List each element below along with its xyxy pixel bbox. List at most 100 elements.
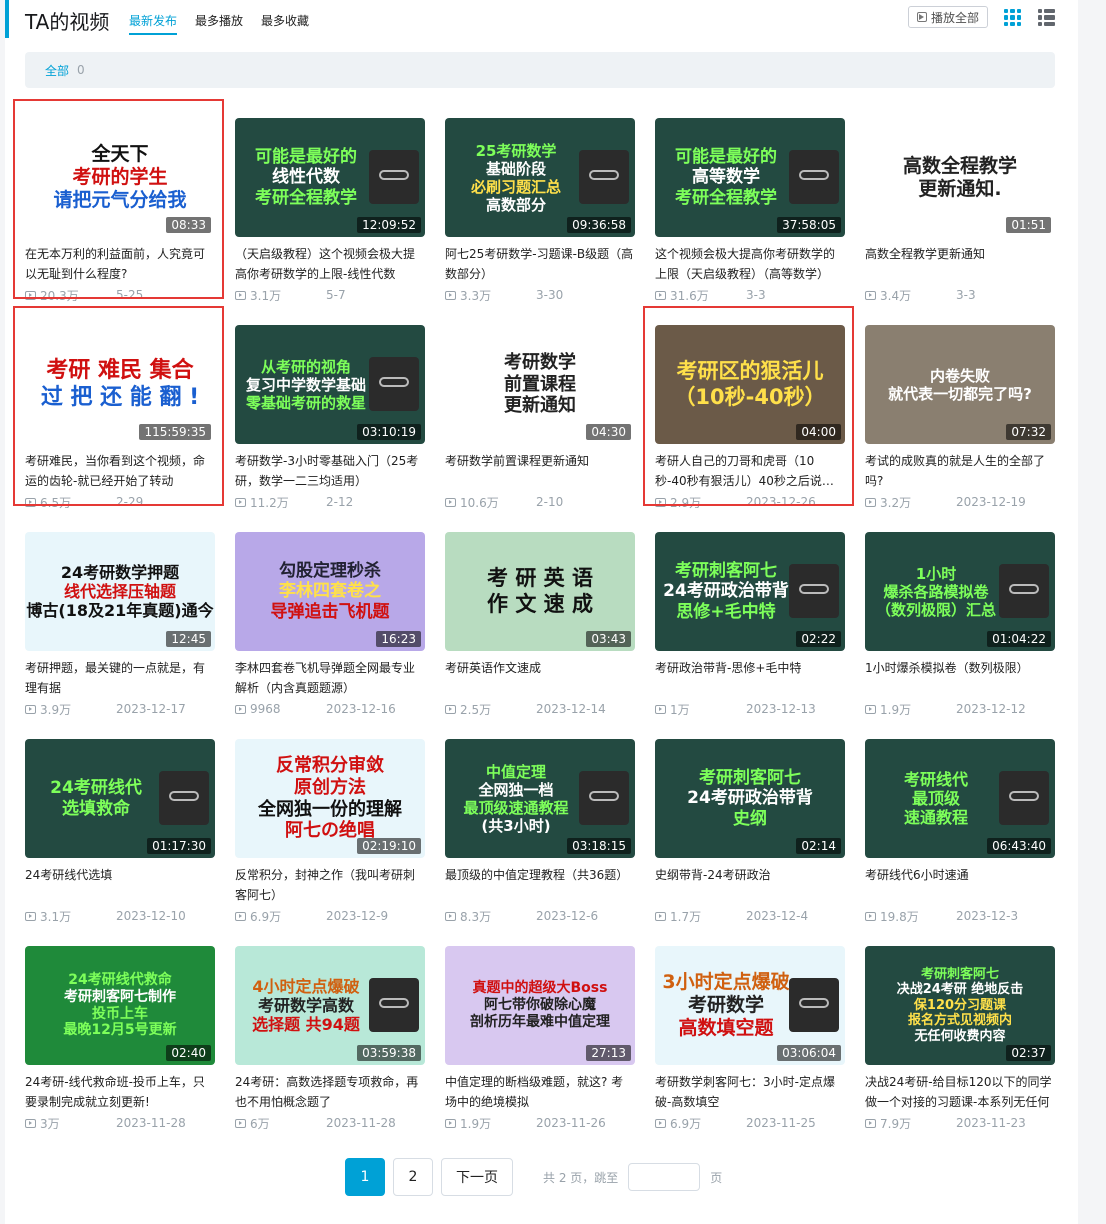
video-card[interactable]: 考研刺客阿七 决战24考研 绝地反击 保120分习题课 报名方式见视频内 无任何收费内容…	[865, 946, 1055, 1133]
video-meta: 3.1万 2023-12-10	[25, 906, 215, 926]
video-card[interactable]: 3小时定点爆破 考研数学 高数填空题 03:06:04 考研数学刺客阿七：3小时-定点爆…	[655, 946, 845, 1133]
video-card[interactable]: 24考研线代救命 考研刺客阿七制作 投币上车 最晚12月5号更新 02:40 24考研-线…	[25, 946, 215, 1133]
video-title[interactable]: 考研人自己的刀哥和虎哥（10秒-40秒有狠活儿）40秒之后说正事儿	[655, 451, 845, 491]
duration-badge: 01:04:22	[987, 631, 1051, 647]
view-count: 6.9万	[250, 909, 282, 924]
video-thumbnail[interactable]: 从考研的视角 复习中学数学基础 零基础考研的救星 03:10:19	[235, 325, 425, 444]
video-thumbnail[interactable]: 24考研数学押题 线代选择压轴题 博古(18及21年真题)通今 12:45	[25, 532, 215, 651]
play-count-icon	[865, 497, 876, 507]
video-title[interactable]: 考研难民，当你看到这个视频，命运的齿轮-就已经开始了转动	[25, 451, 215, 491]
video-card[interactable]: 考研刺客阿七 24考研政治带背 史纲 02:14 史纲带背-24考研政治 1.7万 2023…	[655, 739, 845, 926]
scrollbar[interactable]	[1085, 0, 1106, 1224]
video-thumbnail[interactable]: 考研刺客阿七 24考研政治带背 史纲 02:14	[655, 739, 845, 858]
video-card[interactable]: 25考研数学 基础阶段 必刷习题汇总 高数部分 09:36:58 阿七25考研数学-习题课…	[445, 118, 635, 305]
video-thumbnail[interactable]: 24考研线代救命 考研刺客阿七制作 投币上车 最晚12月5号更新 02:40	[25, 946, 215, 1065]
video-card[interactable]: 考研数学 前置课程 更新通知 04:30 考研数学前置课程更新通知 10.6万 2-10	[445, 325, 635, 512]
video-card[interactable]: 1小时 爆杀各路模拟卷 （数列极限）汇总 01:04:22 1小时爆杀模拟卷（数列极限）…	[865, 532, 1055, 719]
video-title[interactable]: 决战24考研-给目标120以下的同学做一个对接的习题课-本系列无任何	[865, 1072, 1055, 1112]
thumbnail-text: 作 文 速 成	[487, 591, 593, 616]
publish-date: 2-12	[326, 495, 354, 509]
video-thumbnail[interactable]: 勾股定理秒杀 李林四套卷之 导弹追击飞机题 16:23	[235, 532, 425, 651]
video-thumbnail[interactable]: 考研刺客阿七 决战24考研 绝地反击 保120分习题课 报名方式见视频内 无任何收费内容…	[865, 946, 1055, 1065]
video-thumbnail[interactable]: 中值定理 全网独一档 最顶级速通教程 (共3小时) 03:18:15	[445, 739, 635, 858]
video-card[interactable]: 考研区的狠活儿 （10秒-40秒） 04:00 考研人自己的刀哥和虎哥（10秒-40秒…	[655, 325, 845, 512]
video-title[interactable]: 考研数学前置课程更新通知	[445, 451, 635, 491]
video-thumbnail[interactable]: 考研刺客阿七 24考研政治带背 思修+毛中特 02:22	[655, 532, 845, 651]
video-card[interactable]: 全天下 考研的学生 请把元气分给我 08:33 在无本万利的利益面前，人究竟可以无耻到什…	[25, 118, 215, 305]
video-thumbnail[interactable]: 反常积分审敛 原创方法 全网独一份的理解 阿七の绝唱 02:19:10	[235, 739, 425, 858]
video-thumbnail[interactable]: 内卷失败 就代表一切都完了吗? 07:32	[865, 325, 1055, 444]
video-thumbnail[interactable]: 真题中的超级大Boss 阿七带你破除心魔 剖析历年最难中值定理 27:13	[445, 946, 635, 1065]
thumbnail-text: 24考研线代	[50, 778, 142, 799]
video-title[interactable]: 在无本万利的利益面前，人究竟可以无耻到什么程度?	[25, 244, 215, 284]
video-meta: 2.5万 2023-12-14	[445, 699, 635, 719]
video-card[interactable]: 考研 难民 集合过 把 还 能 翻 ! 115:59:35 考研难民，当你看到这个视…	[25, 325, 215, 512]
page-jump-input[interactable]	[628, 1163, 701, 1191]
video-title[interactable]: 1小时爆杀模拟卷（数列极限）	[865, 658, 1055, 698]
list-view-icon[interactable]	[1038, 9, 1055, 26]
video-title[interactable]: 24考研-线代救命班-投币上车，只要录制完成就立刻更新!	[25, 1072, 215, 1112]
video-thumbnail[interactable]: 考 研 英 语作 文 速 成 03:43	[445, 532, 635, 651]
video-card[interactable]: 反常积分审敛 原创方法 全网独一份的理解 阿七の绝唱 02:19:10 反常积分，封神之作…	[235, 739, 425, 926]
video-thumbnail[interactable]: 高数全程教学 更新通知. 01:51	[865, 118, 1055, 237]
video-card[interactable]: 可能是最好的 高等数学 考研全程教学 37:58:05 这个视频会极大提高你考研数学的上…	[655, 118, 845, 305]
video-title[interactable]: 李林四套卷飞机导弹题全网最专业解析（内含真题题源）	[235, 658, 425, 698]
video-card[interactable]: 从考研的视角 复习中学数学基础 零基础考研的救星 03:10:19 考研数学-3小时零基…	[235, 325, 425, 512]
thumbnail-text: 投币上车	[92, 1005, 148, 1022]
video-card[interactable]: 高数全程教学 更新通知. 01:51 高数全程教学更新通知 3.4万 3-3	[865, 118, 1055, 305]
video-title[interactable]: 阿七25考研数学-习题课-B级题（高数部分）	[445, 244, 635, 284]
video-title[interactable]: （天启级教程）这个视频会极大提高你考研数学的上限-线性代数	[235, 244, 425, 284]
video-meta: 2.9万 2023-12-26	[655, 492, 845, 512]
video-title[interactable]: 最顶级的中值定理教程（共36题）	[445, 865, 635, 905]
video-card[interactable]: 内卷失败 就代表一切都完了吗? 07:32 考试的成败真的就是人生的全部了吗? 3.2万…	[865, 325, 1055, 512]
video-thumbnail[interactable]: 全天下 考研的学生 请把元气分给我 08:33	[25, 118, 215, 237]
video-card[interactable]: 勾股定理秒杀 李林四套卷之 导弹追击飞机题 16:23 李林四套卷飞机导弹题全网最专业解…	[235, 532, 425, 719]
grid-view-icon[interactable]	[1004, 9, 1021, 26]
video-card[interactable]: 中值定理 全网独一档 最顶级速通教程 (共3小时) 03:18:15 最顶级的中值定理教程…	[445, 739, 635, 926]
video-card[interactable]: 可能是最好的 线性代数 考研全程教学 12:09:52 （天启级教程）这个视频会极大提高…	[235, 118, 425, 305]
view-count: 20.3万	[40, 288, 79, 303]
tab-latest[interactable]: 最新发布	[129, 12, 178, 35]
video-title[interactable]: 考研线代6小时速通	[865, 865, 1055, 905]
video-thumbnail[interactable]: 可能是最好的 线性代数 考研全程教学 12:09:52	[235, 118, 425, 237]
video-card[interactable]: 考研线代 最顶级 速通教程 06:43:40 考研线代6小时速通 19.8万 2023-12…	[865, 739, 1055, 926]
tab-most-favorited[interactable]: 最多收藏	[261, 12, 309, 35]
video-thumbnail[interactable]: 考研线代 最顶级 速通教程 06:43:40	[865, 739, 1055, 858]
tab-most-played[interactable]: 最多播放	[195, 12, 243, 35]
play-all-button[interactable]: 播放全部	[908, 6, 988, 28]
video-card[interactable]: 考 研 英 语作 文 速 成 03:43 考研英语作文速成 2.5万 2023-12-1…	[445, 532, 635, 719]
video-thumbnail[interactable]: 4小时定点爆破 考研数学高数 选择题 共94题 03:59:38	[235, 946, 425, 1065]
video-thumbnail[interactable]: 24考研线代 选填救命 01:17:30	[25, 739, 215, 858]
video-card[interactable]: 24考研线代 选填救命 01:17:30 24考研线代选填 3.1万 2023-12-10	[25, 739, 215, 926]
page-2-button[interactable]: 2	[393, 1158, 433, 1196]
video-title[interactable]: 史纲带背-24考研政治	[655, 865, 845, 905]
video-title[interactable]: 这个视频会极大提高你考研数学的上限（天启级教程）（高等数学）	[655, 244, 845, 284]
video-thumbnail[interactable]: 考研区的狠活儿 （10秒-40秒） 04:00	[655, 325, 845, 444]
video-title[interactable]: 考研数学刺客阿七：3小时-定点爆破-高数填空	[655, 1072, 845, 1112]
video-title[interactable]: 考研数学-3小时零基础入门（25考研，数学一二三均适用）	[235, 451, 425, 491]
next-page-button[interactable]: 下一页	[441, 1158, 513, 1196]
video-card[interactable]: 真题中的超级大Boss 阿七带你破除心魔 剖析历年最难中值定理 27:13 中值定理的断…	[445, 946, 635, 1133]
video-title[interactable]: 考研政治带背-思修+毛中特	[655, 658, 845, 698]
duration-badge: 27:13	[586, 1045, 631, 1061]
video-thumbnail[interactable]: 1小时 爆杀各路模拟卷 （数列极限）汇总 01:04:22	[865, 532, 1055, 651]
video-title[interactable]: 24考研线代选填	[25, 865, 215, 905]
video-thumbnail[interactable]: 可能是最好的 高等数学 考研全程教学 37:58:05	[655, 118, 845, 237]
video-title[interactable]: 考研英语作文速成	[445, 658, 635, 698]
video-thumbnail[interactable]: 25考研数学 基础阶段 必刷习题汇总 高数部分 09:36:58	[445, 118, 635, 237]
video-card[interactable]: 考研刺客阿七 24考研政治带背 思修+毛中特 02:22 考研政治带背-思修+毛中特 1万…	[655, 532, 845, 719]
video-title[interactable]: 反常积分，封神之作（我叫考研刺客阿七）	[235, 865, 425, 905]
video-thumbnail[interactable]: 3小时定点爆破 考研数学 高数填空题 03:06:04	[655, 946, 845, 1065]
thumbnail-text: 24考研政治带背	[663, 581, 789, 602]
video-title[interactable]: 24考研：高数选择题专项救命，再也不用怕概念题了	[235, 1072, 425, 1112]
video-title[interactable]: 高数全程教学更新通知	[865, 244, 1055, 284]
page-1-button[interactable]: 1	[345, 1158, 385, 1196]
video-card[interactable]: 24考研数学押题 线代选择压轴题 博古(18及21年真题)通今 12:45 考研押题，最…	[25, 532, 215, 719]
video-title[interactable]: 中值定理的断档级难题，就这? 考场中的绝境模拟	[445, 1072, 635, 1112]
video-card[interactable]: 4小时定点爆破 考研数学高数 选择题 共94题 03:59:38 24考研：高数选择题专…	[235, 946, 425, 1133]
video-thumbnail[interactable]: 考研 难民 集合过 把 还 能 翻 ! 115:59:35	[25, 325, 215, 444]
filter-all[interactable]: 全部	[45, 62, 69, 79]
video-title[interactable]: 考试的成败真的就是人生的全部了吗?	[865, 451, 1055, 491]
video-title[interactable]: 考研押题，最关键的一点就是，有理有据	[25, 658, 215, 698]
video-thumbnail[interactable]: 考研数学 前置课程 更新通知 04:30	[445, 325, 635, 444]
